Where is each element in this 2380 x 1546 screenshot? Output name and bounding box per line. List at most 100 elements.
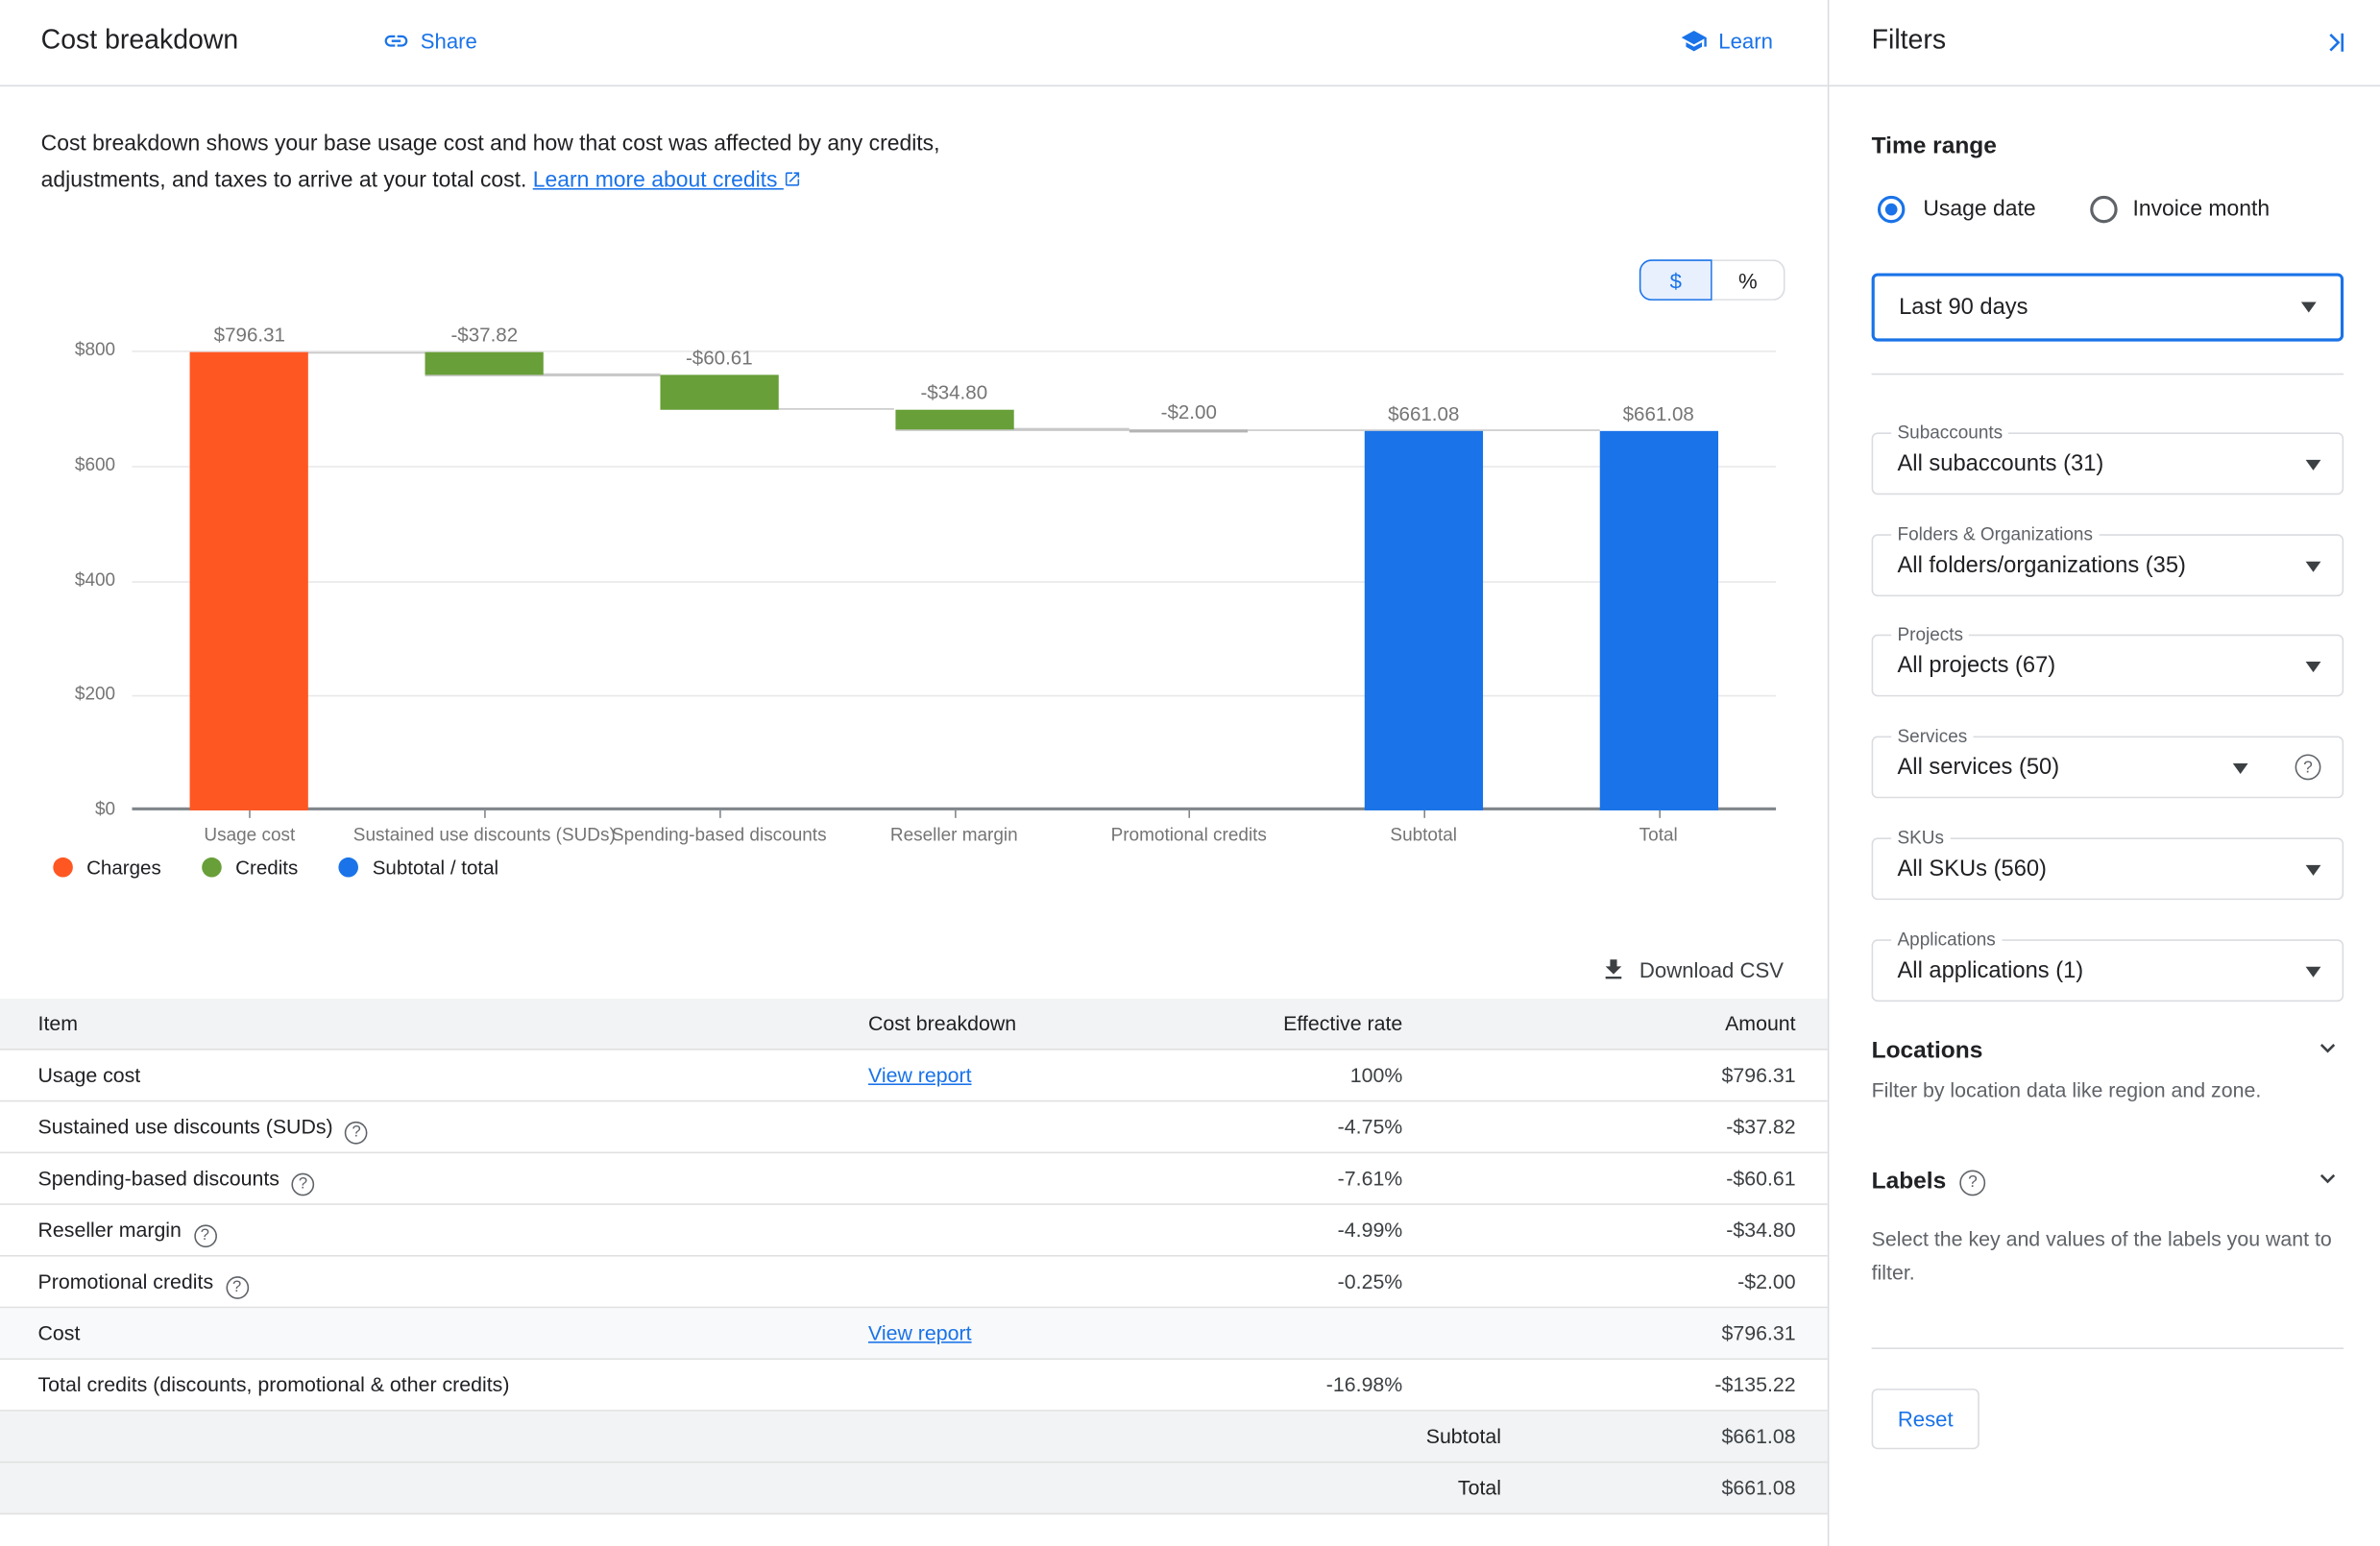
- invoice-month-radio[interactable]: [2090, 196, 2117, 223]
- table-row-subtotal: Subtotal$661.08: [0, 1412, 1828, 1463]
- summary-label-cell: Subtotal: [1426, 1412, 1501, 1461]
- bar-reseller-margin: [895, 409, 1013, 429]
- x-axis-tick: [1423, 810, 1425, 818]
- download-csv-button[interactable]: Download CSV: [1600, 956, 1784, 983]
- learn-more-credits-link[interactable]: Learn more about credits: [533, 168, 802, 192]
- filter-field-value: All SKUs (560): [1898, 839, 2047, 899]
- chart-legend: Charges Credits Subtotal / total: [53, 856, 539, 879]
- column-header-effective-rate: Effective rate: [1283, 999, 1402, 1049]
- bar-value-label: -$37.82: [378, 324, 591, 347]
- dropdown-caret-icon: [2306, 662, 2321, 672]
- legend-dot: [53, 858, 73, 878]
- x-axis-tick: [484, 810, 486, 818]
- time-range-select[interactable]: Last 90 days: [1872, 273, 2344, 341]
- filter-field-services[interactable]: ServicesAll services (50)?: [1872, 736, 2344, 798]
- legend-item: Subtotal / total: [339, 856, 498, 879]
- dropdown-caret-icon: [2233, 763, 2248, 774]
- item-label: Reseller margin: [38, 1219, 182, 1242]
- filter-field-value: All folders/organizations (35): [1898, 536, 2186, 595]
- x-axis-tick: [954, 810, 956, 818]
- effective-rate-cell: -7.61%: [1338, 1153, 1403, 1203]
- legend-item: Credits: [202, 856, 298, 879]
- item-cell: Cost: [38, 1308, 81, 1358]
- effective-rate-cell: -16.98%: [1326, 1360, 1402, 1410]
- section-heading-labels: Labels?: [1872, 1169, 1986, 1196]
- legend-label: Charges: [86, 856, 161, 879]
- help-icon[interactable]: ?: [2295, 754, 2321, 780]
- bar-total: [1599, 430, 1717, 810]
- item-cell: Sustained use discounts (SUDs)?: [38, 1101, 368, 1151]
- filter-field-applications[interactable]: ApplicationsAll applications (1): [1872, 939, 2344, 1002]
- dropdown-caret-icon: [2306, 562, 2321, 572]
- usage-date-label: Usage date: [1923, 197, 2035, 221]
- y-axis-tick-label: $400: [0, 568, 115, 590]
- share-button[interactable]: Share: [382, 27, 477, 54]
- summary-label-cell: Total: [1458, 1463, 1501, 1513]
- panel-close-icon[interactable]: [2322, 29, 2349, 63]
- y-axis-tick-label: $800: [0, 338, 115, 359]
- time-range-radio-group: Usage date Invoice month: [1829, 196, 2380, 229]
- legend-dot: [339, 858, 359, 878]
- help-icon[interactable]: ?: [292, 1172, 315, 1196]
- usage-date-radio[interactable]: [1878, 196, 1905, 223]
- dropdown-caret-icon: [2306, 967, 2321, 978]
- dropdown-caret-icon: [2306, 460, 2321, 471]
- help-icon[interactable]: ?: [194, 1224, 217, 1247]
- item-label: Spending-based discounts: [38, 1167, 279, 1190]
- toggle-dollar-button[interactable]: $: [1639, 259, 1712, 301]
- gridline: [132, 695, 1776, 697]
- learn-icon: [1681, 27, 1708, 54]
- page-title: Cost breakdown: [41, 24, 239, 56]
- amount-cell: -$37.82: [1726, 1101, 1795, 1151]
- learn-more-credits-label: Learn more about credits: [533, 168, 778, 192]
- column-header-item: Item: [38, 999, 79, 1049]
- filter-field-value: All applications (1): [1898, 941, 2084, 1001]
- legend-label: Credits: [235, 856, 298, 879]
- gridline: [132, 581, 1776, 583]
- reset-button[interactable]: Reset: [1872, 1389, 1979, 1449]
- table-row-promotional-credits: Promotional credits?-0.25%-$2.00: [0, 1257, 1828, 1309]
- section-description: Select the key and values of the labels …: [1872, 1223, 2348, 1291]
- bar-value-label: $661.08: [1552, 401, 1764, 424]
- invoice-month-label: Invoice month: [2132, 197, 2270, 221]
- item-label: Cost: [38, 1322, 81, 1345]
- legend-label: Subtotal / total: [373, 856, 498, 879]
- bar-value-label: -$2.00: [1082, 400, 1295, 423]
- chevron-down-icon[interactable]: [2315, 1166, 2341, 1199]
- column-header-cost-breakdown: Cost breakdown: [868, 999, 1016, 1049]
- chevron-down-icon[interactable]: [2315, 1035, 2341, 1069]
- filter-field-skus[interactable]: SKUsAll SKUs (560): [1872, 837, 2344, 900]
- amount-cell: -$2.00: [1737, 1257, 1795, 1307]
- item-cell: Promotional credits?: [38, 1257, 249, 1307]
- help-icon[interactable]: ?: [226, 1275, 249, 1298]
- x-axis-tick: [250, 810, 252, 818]
- bar-value-label: -$34.80: [848, 380, 1060, 403]
- x-axis-tick: [1189, 810, 1191, 818]
- view-report-link[interactable]: View report: [868, 1322, 972, 1345]
- filter-field-projects[interactable]: ProjectsAll projects (67): [1872, 635, 2344, 697]
- filter-field-subaccounts[interactable]: SubaccountsAll subaccounts (31): [1872, 432, 2344, 495]
- external-link-icon: [784, 164, 802, 201]
- filters-header: Filters: [1829, 0, 2380, 86]
- item-cell: Spending-based discounts?: [38, 1153, 315, 1203]
- view-report-link[interactable]: View report: [868, 1064, 972, 1087]
- dropdown-caret-icon: [2301, 302, 2317, 312]
- dropdown-caret-icon: [2306, 865, 2321, 876]
- download-csv-label: Download CSV: [1639, 957, 1784, 981]
- help-icon[interactable]: ?: [345, 1121, 368, 1144]
- help-icon[interactable]: ?: [1959, 1170, 1985, 1196]
- chart-unit-toggle: $ %: [1639, 259, 1785, 301]
- toggle-percent-button[interactable]: %: [1712, 259, 1785, 301]
- learn-button[interactable]: Learn: [1681, 27, 1773, 54]
- item-label: Usage cost: [38, 1064, 141, 1087]
- download-icon: [1600, 956, 1627, 983]
- filter-field-value: All services (50): [1898, 737, 2060, 797]
- filter-field-value: All projects (67): [1898, 636, 2056, 695]
- item-label: Total credits (discounts, promotional & …: [38, 1373, 510, 1396]
- page-header: Cost breakdown Share Learn: [0, 0, 1828, 86]
- filter-field-folders-organizations[interactable]: Folders & OrganizationsAll folders/organ…: [1872, 534, 2344, 596]
- table-row-sustained-use-discounts-suds: Sustained use discounts (SUDs)?-4.75%-$3…: [0, 1101, 1828, 1153]
- bar-sustained-use-discounts-suds: [425, 352, 544, 374]
- learn-label: Learn: [1718, 29, 1773, 53]
- bar-spending-based-discounts: [660, 374, 778, 409]
